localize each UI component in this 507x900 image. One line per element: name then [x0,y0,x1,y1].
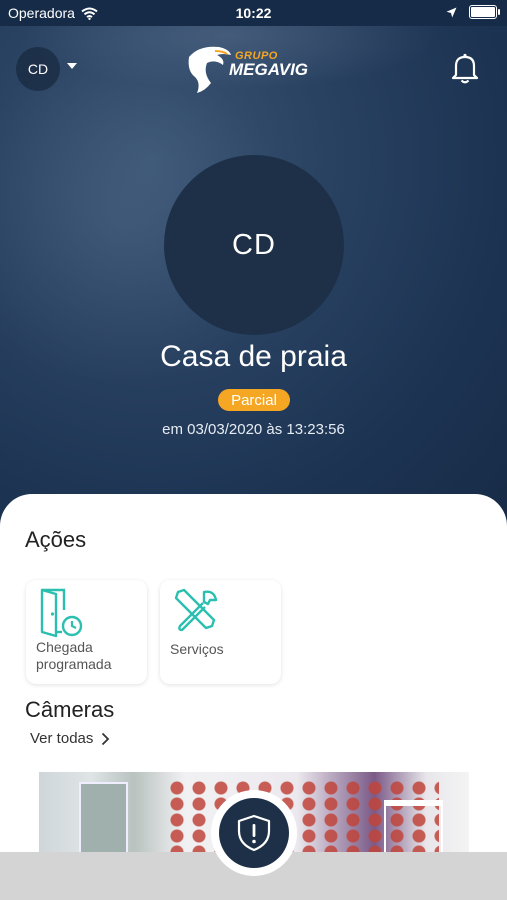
account-switcher-avatar[interactable]: CD [16,47,60,91]
cameras-title: Câmeras [25,697,115,722]
action-card-scheduled-arrival[interactable]: Chegada programada [26,580,147,684]
eagle-logo-icon [188,46,231,93]
battery-icon [469,5,500,19]
panic-button[interactable] [219,798,289,868]
scheduled-arrival-door-clock-icon [40,588,83,638]
actions-title: Ações [25,527,87,552]
chevron-right-icon [102,732,110,745]
place-name: Casa de praia [160,340,347,373]
tools-icon [174,588,218,632]
account-initials: CD [27,61,49,77]
place-initials: CD [232,228,276,261]
status-badge: Parcial [218,389,290,411]
last-updated: em 03/03/2020 às 13:23:56 [162,421,345,438]
action-card-services[interactable]: Serviços [160,580,281,684]
status-time: 10:22 [235,5,272,21]
chevron-down-icon[interactable] [67,63,77,69]
status-badge-label: Parcial [231,391,277,409]
action-label: Serviços [170,641,224,657]
see-all-cameras-link[interactable]: Ver todas [30,730,110,747]
logo-brand: MEGAVIG [229,60,309,79]
shield-alert-icon [237,814,271,852]
place-avatar: CD [164,155,344,335]
action-label: Chegada programada [36,639,112,672]
bell-icon[interactable] [450,52,480,84]
location-arrow-icon [446,7,457,17]
see-all-label: Ver todas [30,730,94,747]
status-bar: Operadora 10:22 [0,0,507,26]
megavig-logo: GRUPO MEGAVIG [185,43,325,95]
